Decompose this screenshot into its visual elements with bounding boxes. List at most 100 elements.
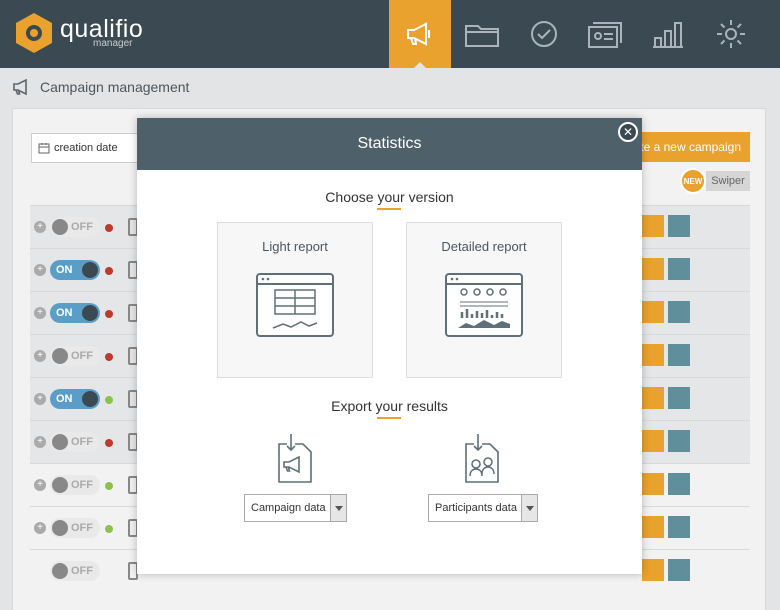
megaphone-icon [13, 78, 27, 96]
status-toggle[interactable]: OFF [50, 518, 100, 538]
duplicate-button[interactable] [668, 473, 690, 495]
qualifio-logo[interactable] [14, 12, 54, 54]
toggle-knob [82, 262, 98, 278]
chevron-down-icon [521, 495, 537, 521]
detailed-report-icon [445, 273, 523, 337]
toggle-label: OFF [71, 350, 93, 362]
participants-data-value: Participants data [435, 502, 517, 514]
modal-title: Statistics [357, 135, 422, 152]
light-report-card[interactable]: Light report [217, 222, 373, 378]
toggle-knob [52, 477, 68, 493]
date-filter[interactable]: creation date [31, 133, 141, 163]
status-dot [105, 310, 113, 318]
duplicate-button[interactable] [668, 344, 690, 366]
light-report-label: Light report [262, 239, 328, 254]
edit-button[interactable] [642, 473, 664, 495]
toggle-label: ON [56, 264, 73, 276]
delete-icon[interactable] [696, 258, 718, 280]
duplicate-button[interactable] [668, 559, 690, 581]
delete-icon[interactable] [696, 430, 718, 452]
toggle-knob [52, 219, 68, 235]
stats-icon[interactable] [724, 387, 746, 409]
expand-icon[interactable]: + [34, 307, 46, 319]
stats-icon[interactable] [724, 473, 746, 495]
swiper-button[interactable]: Swiper [706, 171, 750, 191]
check-circle-icon [531, 21, 557, 47]
toggle-label: ON [56, 393, 73, 405]
expand-icon[interactable]: + [34, 436, 46, 448]
campaign-download-icon[interactable] [275, 432, 315, 484]
edit-button[interactable] [642, 516, 664, 538]
choose-version-title: Choose your version [325, 189, 454, 205]
edit-button[interactable] [642, 387, 664, 409]
campaign-data-select[interactable]: Campaign data [244, 494, 347, 522]
export-title: Export your results [331, 398, 448, 414]
megaphone-icon [407, 22, 430, 46]
status-toggle[interactable]: OFF [50, 346, 100, 366]
participants-download-icon[interactable] [462, 432, 502, 484]
edit-button[interactable] [642, 258, 664, 280]
delete-icon[interactable] [696, 559, 718, 581]
edit-button[interactable] [642, 430, 664, 452]
expand-icon[interactable]: + [34, 264, 46, 276]
nav-tasks[interactable] [513, 0, 575, 68]
nav-library[interactable] [451, 0, 513, 68]
detailed-report-card[interactable]: Detailed report [406, 222, 562, 378]
stats-icon[interactable] [724, 344, 746, 366]
stats-icon[interactable] [724, 516, 746, 538]
gear-icon [717, 20, 745, 48]
delete-icon[interactable] [696, 473, 718, 495]
expand-icon[interactable]: + [34, 350, 46, 362]
contacts-icon [588, 22, 622, 48]
new-badge: NEW [680, 168, 706, 194]
status-toggle[interactable]: OFF [50, 561, 100, 581]
status-toggle[interactable]: OFF [50, 432, 100, 452]
expand-icon[interactable]: + [34, 393, 46, 405]
nav-campaigns[interactable] [389, 0, 451, 69]
nav-contacts[interactable] [575, 0, 637, 68]
status-toggle[interactable]: OFF [50, 217, 100, 237]
duplicate-button[interactable] [668, 387, 690, 409]
stats-icon[interactable] [724, 215, 746, 237]
duplicate-button[interactable] [668, 430, 690, 452]
status-toggle[interactable]: ON [50, 389, 100, 409]
calendar-icon [38, 143, 50, 154]
toggle-knob [52, 563, 68, 579]
status-toggle[interactable]: OFF [50, 475, 100, 495]
stats-icon[interactable] [724, 430, 746, 452]
expand-icon[interactable]: + [34, 479, 46, 491]
status-dot [105, 439, 113, 447]
toggle-knob [52, 520, 68, 536]
stats-icon[interactable] [724, 258, 746, 280]
create-campaign-button[interactable]: te a new campaign [630, 132, 750, 162]
delete-icon[interactable] [696, 301, 718, 323]
edit-button[interactable] [642, 559, 664, 581]
delete-icon[interactable] [696, 344, 718, 366]
status-toggle[interactable]: ON [50, 260, 100, 280]
toggle-label: OFF [71, 479, 93, 491]
expand-icon[interactable]: + [34, 522, 46, 534]
duplicate-button[interactable] [668, 516, 690, 538]
participants-data-select[interactable]: Participants data [428, 494, 538, 522]
nav-settings[interactable] [700, 0, 762, 68]
stats-icon[interactable] [724, 301, 746, 323]
duplicate-button[interactable] [668, 258, 690, 280]
nav-statistics[interactable] [637, 0, 699, 68]
edit-button[interactable] [642, 215, 664, 237]
expand-icon[interactable]: + [34, 221, 46, 233]
status-toggle[interactable]: ON [50, 303, 100, 323]
edit-button[interactable] [642, 344, 664, 366]
delete-icon[interactable] [696, 516, 718, 538]
stats-icon[interactable] [724, 559, 746, 581]
duplicate-button[interactable] [668, 215, 690, 237]
delete-icon[interactable] [696, 215, 718, 237]
toggle-label: OFF [71, 221, 93, 233]
duplicate-button[interactable] [668, 301, 690, 323]
edit-button[interactable] [642, 301, 664, 323]
status-dot [105, 482, 113, 490]
close-button[interactable]: ✕ [618, 122, 638, 142]
status-dot [105, 525, 113, 533]
delete-icon[interactable] [696, 387, 718, 409]
folder-icon [465, 25, 499, 47]
date-filter-value: creation date [54, 142, 118, 154]
